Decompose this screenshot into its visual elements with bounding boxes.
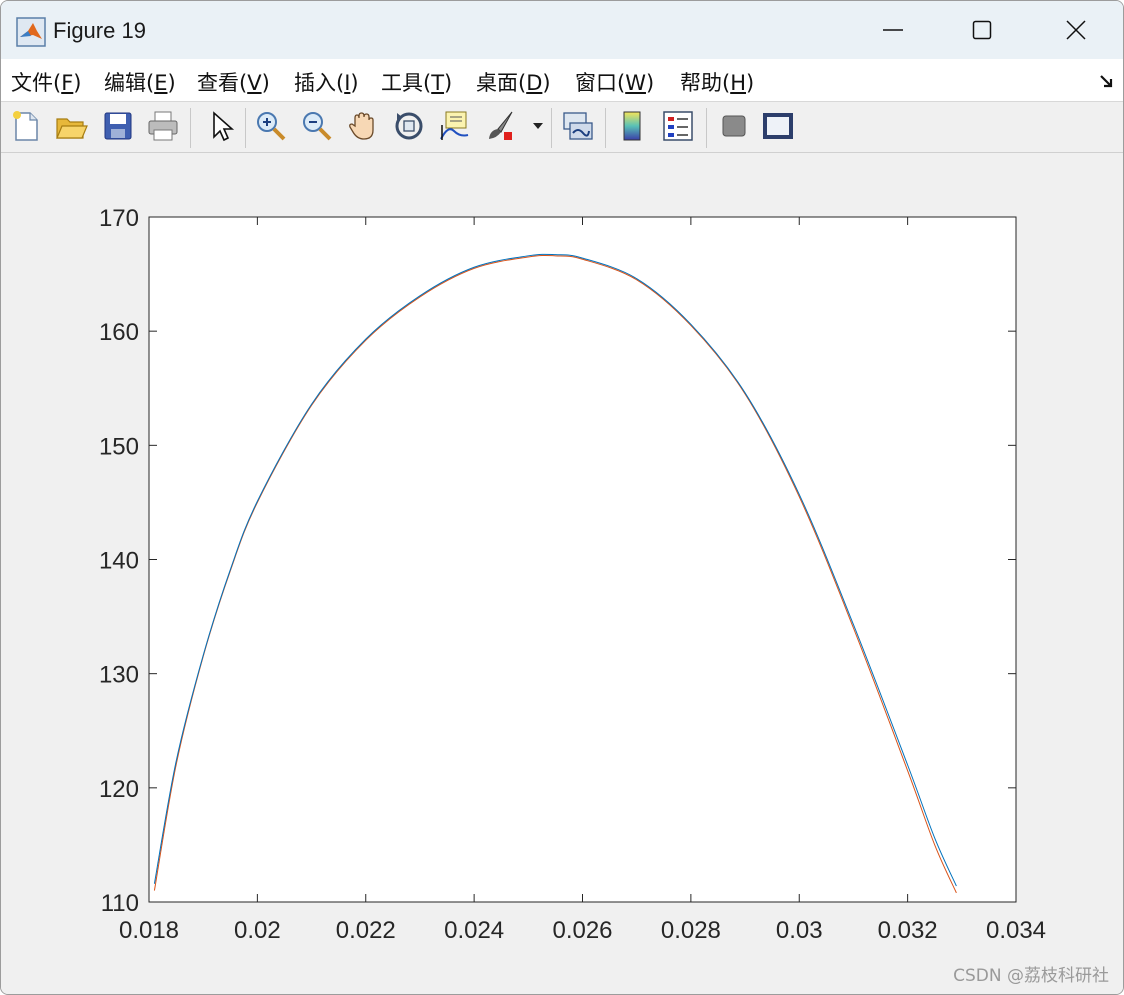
- save-icon[interactable]: [101, 109, 135, 143]
- menu-insert[interactable]: 插入(I): [294, 67, 359, 97]
- x-tick-label: 0.024: [444, 917, 504, 944]
- menu-bar: 文件(F) 编辑(E) 查看(V) 插入(I) 工具(T) 桌面(D) 窗口(W…: [1, 59, 1123, 102]
- menu-tools[interactable]: 工具(T): [381, 67, 452, 97]
- pan-hand-icon[interactable]: [346, 109, 380, 143]
- figure-canvas[interactable]: 0.018 0.02 0.022 0.024 0.026 0.028 0.03 0.032 0.…: [1, 153, 1123, 994]
- select-pointer-icon[interactable]: [204, 109, 238, 143]
- toolbar-separator: [245, 108, 246, 148]
- toolbar-separator: [551, 108, 552, 148]
- brush-dropdown-icon[interactable]: [530, 109, 546, 143]
- menu-help[interactable]: 帮助(H): [680, 67, 754, 97]
- window-title: Figure 19: [53, 18, 146, 43]
- print-icon[interactable]: [146, 109, 180, 143]
- maximize-icon[interactable]: [936, 1, 1030, 59]
- link-plot-icon[interactable]: [561, 109, 595, 143]
- y-tick-label: 110: [101, 890, 139, 917]
- show-plot-tools-icon[interactable]: [761, 109, 795, 143]
- x-tick-label: 0.032: [878, 917, 938, 944]
- menu-file[interactable]: 文件(F): [11, 67, 82, 97]
- colorbar-icon[interactable]: [615, 109, 649, 143]
- x-tick-label: 0.02: [234, 917, 281, 944]
- figure-toolbar: [1, 102, 1123, 153]
- y-tick-label: 150: [99, 433, 139, 460]
- y-tick-label: 160: [99, 319, 139, 346]
- open-file-icon[interactable]: [54, 109, 88, 143]
- y-tick-label: 140: [99, 548, 139, 575]
- legend-icon[interactable]: [661, 109, 695, 143]
- x-tick-label: 0.034: [986, 917, 1046, 944]
- y-tick-label: 130: [99, 662, 139, 689]
- title-bar[interactable]: Figure 19: [1, 1, 1123, 59]
- zoom-out-icon[interactable]: [300, 109, 334, 143]
- matlab-logo-icon[interactable]: [16, 17, 46, 47]
- toolbar-separator: [190, 108, 191, 148]
- x-tick-label: 0.022: [336, 917, 396, 944]
- brush-icon[interactable]: [484, 109, 518, 143]
- x-tick-label: 0.026: [552, 917, 612, 944]
- x-tick-label: 0.03: [776, 917, 823, 944]
- menu-desktop[interactable]: 桌面(D): [476, 67, 551, 97]
- hide-plot-tools-icon[interactable]: [717, 109, 751, 143]
- toolbar-separator: [605, 108, 606, 148]
- minimize-icon[interactable]: [846, 1, 940, 59]
- x-tick-label: 0.028: [661, 917, 721, 944]
- y-tick-label: 120: [99, 776, 139, 803]
- figure-window: Figure 19 文件(F) 编辑(E) 查看(V) 插入(I) 工具(T) …: [0, 0, 1124, 995]
- plot-axes-box: [148, 216, 1017, 903]
- close-icon[interactable]: [1029, 1, 1123, 59]
- menu-view[interactable]: 查看(V): [197, 67, 270, 97]
- toolbar-separator: [706, 108, 707, 148]
- zoom-in-icon[interactable]: [254, 109, 288, 143]
- rotate-3d-icon[interactable]: [392, 109, 426, 143]
- y-tick-label: 170: [99, 205, 139, 232]
- x-tick-label: 0.018: [119, 917, 179, 944]
- watermark-text: CSDN @荔枝科研社: [953, 966, 1109, 986]
- dock-arrow-icon[interactable]: [1099, 73, 1115, 89]
- line-plot[interactable]: 0.018 0.02 0.022 0.024 0.026 0.028 0.03 0.032 0.…: [1, 153, 1123, 994]
- new-figure-icon[interactable]: [9, 109, 43, 143]
- data-cursor-icon[interactable]: [438, 109, 472, 143]
- menu-window[interactable]: 窗口(W): [575, 67, 654, 97]
- menu-edit[interactable]: 编辑(E): [104, 67, 176, 97]
